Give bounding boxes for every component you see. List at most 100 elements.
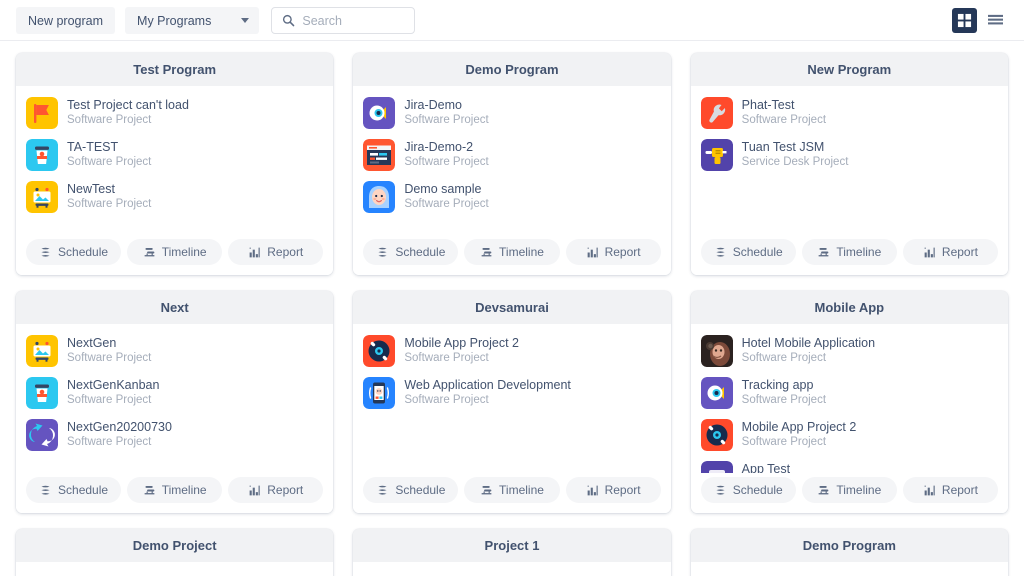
project-row[interactable]: Jira-Demo Software Project [363, 92, 660, 134]
project-avatar [363, 97, 396, 129]
report-button[interactable]: Report [228, 477, 324, 503]
project-row[interactable]: App Test Software Project [700, 456, 998, 473]
schedule-button[interactable]: Schedule [26, 239, 122, 265]
project-row[interactable]: NewTest Software Project [26, 176, 323, 218]
project-row[interactable]: Tracking app Software Project [700, 372, 998, 414]
project-name: Web Application Development [404, 378, 571, 392]
list-view-button[interactable] [983, 8, 1008, 33]
project-list[interactable]: Phat-Test Software Project Tuan Test JSM… [691, 86, 1008, 235]
report-button[interactable]: Report [565, 239, 661, 265]
project-row[interactable]: NextGen Software Project [26, 330, 323, 372]
program-card: Demo Program Schedule Timeline Report [690, 529, 1008, 576]
project-list[interactable]: Jira-Demo Software Project Jira-Demo-2 S… [353, 86, 670, 235]
project-list[interactable]: NextGen Software Project NextGenKanban S… [16, 324, 333, 473]
project-type: Software Project [741, 352, 827, 364]
project-type: Software Project [67, 394, 152, 406]
project-row[interactable]: Mobile App Project 2 Software Project [363, 330, 660, 372]
project-type: Service Desk Project [741, 156, 849, 168]
card-actions: Schedule Timeline Report [16, 473, 334, 513]
timeline-icon [818, 247, 829, 256]
report-button[interactable]: Report [565, 477, 661, 503]
schedule-button[interactable]: Schedule [700, 477, 796, 503]
timeline-button[interactable]: Timeline [464, 477, 560, 503]
schedule-label: Schedule [395, 483, 446, 497]
project-row[interactable]: NextGenKanban Software Project [26, 372, 323, 414]
flag-icon [26, 97, 58, 129]
project-name: Jira-Demo-2 [404, 140, 474, 154]
schedule-button[interactable]: Schedule [700, 239, 796, 265]
project-name: Jira-Demo [404, 98, 462, 112]
card-header: Demo Program [353, 53, 671, 86]
project-avatar [363, 335, 396, 367]
timeline-icon [818, 485, 829, 494]
project-row[interactable]: Tuan Test JSM Service Desk Project [700, 134, 998, 176]
vinyl-record-icon [363, 335, 396, 367]
program-title: Next [160, 300, 189, 315]
coffee-cup-icon [26, 139, 58, 171]
project-list[interactable] [353, 562, 670, 576]
project-row[interactable]: Test Project can't load Software Project [26, 92, 323, 134]
project-type: Software Project [741, 394, 827, 406]
program-title: Project 1 [484, 538, 540, 553]
report-button[interactable]: Report [902, 477, 998, 503]
timeline-button[interactable]: Timeline [801, 477, 897, 503]
grid-view-button[interactable] [952, 8, 977, 33]
schedule-icon [378, 247, 387, 257]
project-row[interactable]: Mobile App Project 2 Software Project [700, 414, 998, 456]
project-row[interactable]: Hotel Mobile Application Software Projec… [700, 330, 998, 372]
timeline-button[interactable]: Timeline [127, 477, 223, 503]
form-window-icon [363, 139, 396, 171]
project-row[interactable]: Jira-Demo-2 Software Project [363, 134, 660, 176]
report-label: Report [604, 245, 641, 259]
program-filter-dropdown[interactable]: My Programs [125, 7, 260, 34]
project-avatar [363, 377, 396, 409]
project-list[interactable]: Mobile App Project 2 Software Project We… [353, 324, 670, 473]
report-button[interactable]: Report [902, 239, 998, 265]
card-actions: Schedule Timeline Report [16, 235, 334, 275]
project-avatar [700, 377, 733, 409]
top-toolbar: New program My Programs Search [0, 0, 1024, 41]
project-type: Software Project [67, 436, 152, 448]
wrench-icon [700, 97, 733, 129]
card-header: New Program [690, 53, 1008, 86]
search-placeholder: Search [302, 13, 342, 28]
schedule-button[interactable]: Schedule [363, 477, 459, 503]
project-avatar [26, 181, 58, 213]
project-row[interactable]: NextGen20200730 Software Project [26, 414, 323, 456]
bird-icon [363, 97, 396, 129]
report-button[interactable]: Report [228, 239, 324, 265]
schedule-icon [716, 485, 725, 495]
project-name: Phat-Test [741, 98, 795, 112]
schedule-button[interactable]: Schedule [26, 477, 122, 503]
timeline-button[interactable]: Timeline [127, 239, 223, 265]
project-row[interactable]: Demo sample Software Project [363, 176, 660, 218]
card-header: Demo Project [16, 529, 334, 562]
card-actions: Schedule Timeline Report [353, 235, 671, 275]
new-program-button[interactable]: New program [16, 7, 116, 34]
timeline-button[interactable]: Timeline [801, 239, 897, 265]
project-name: NextGen [67, 336, 117, 350]
report-chart-icon [924, 485, 935, 495]
schedule-button[interactable]: Schedule [363, 239, 459, 265]
baby-face-icon [363, 181, 396, 213]
search-input[interactable]: Search [271, 7, 416, 34]
project-type: Software Project [67, 156, 152, 168]
project-name: Mobile App Project 2 [741, 420, 857, 434]
project-row[interactable]: TA-TEST Software Project [26, 134, 323, 176]
project-type: Software Project [404, 352, 489, 364]
card-header: Devsamurai [353, 291, 671, 324]
search-icon [283, 14, 295, 27]
program-card: Mobile App Hotel Mobile Application Soft… [690, 291, 1008, 513]
timeline-button[interactable]: Timeline [464, 239, 560, 265]
report-label: Report [267, 245, 304, 259]
card-actions: Schedule Timeline Report [690, 473, 1008, 513]
project-list[interactable] [691, 562, 1008, 576]
project-list[interactable] [16, 562, 333, 576]
project-list[interactable]: Hotel Mobile Application Software Projec… [691, 324, 1008, 473]
project-row[interactable]: Web Application Development Software Pro… [363, 372, 660, 414]
project-name: Test Project can't load [67, 98, 189, 112]
project-row[interactable]: Phat-Test Software Project [700, 92, 998, 134]
project-name: NextGen20200730 [67, 420, 172, 434]
card-header: Test Program [16, 53, 334, 86]
project-list[interactable]: Test Project can't load Software Project… [16, 86, 333, 235]
